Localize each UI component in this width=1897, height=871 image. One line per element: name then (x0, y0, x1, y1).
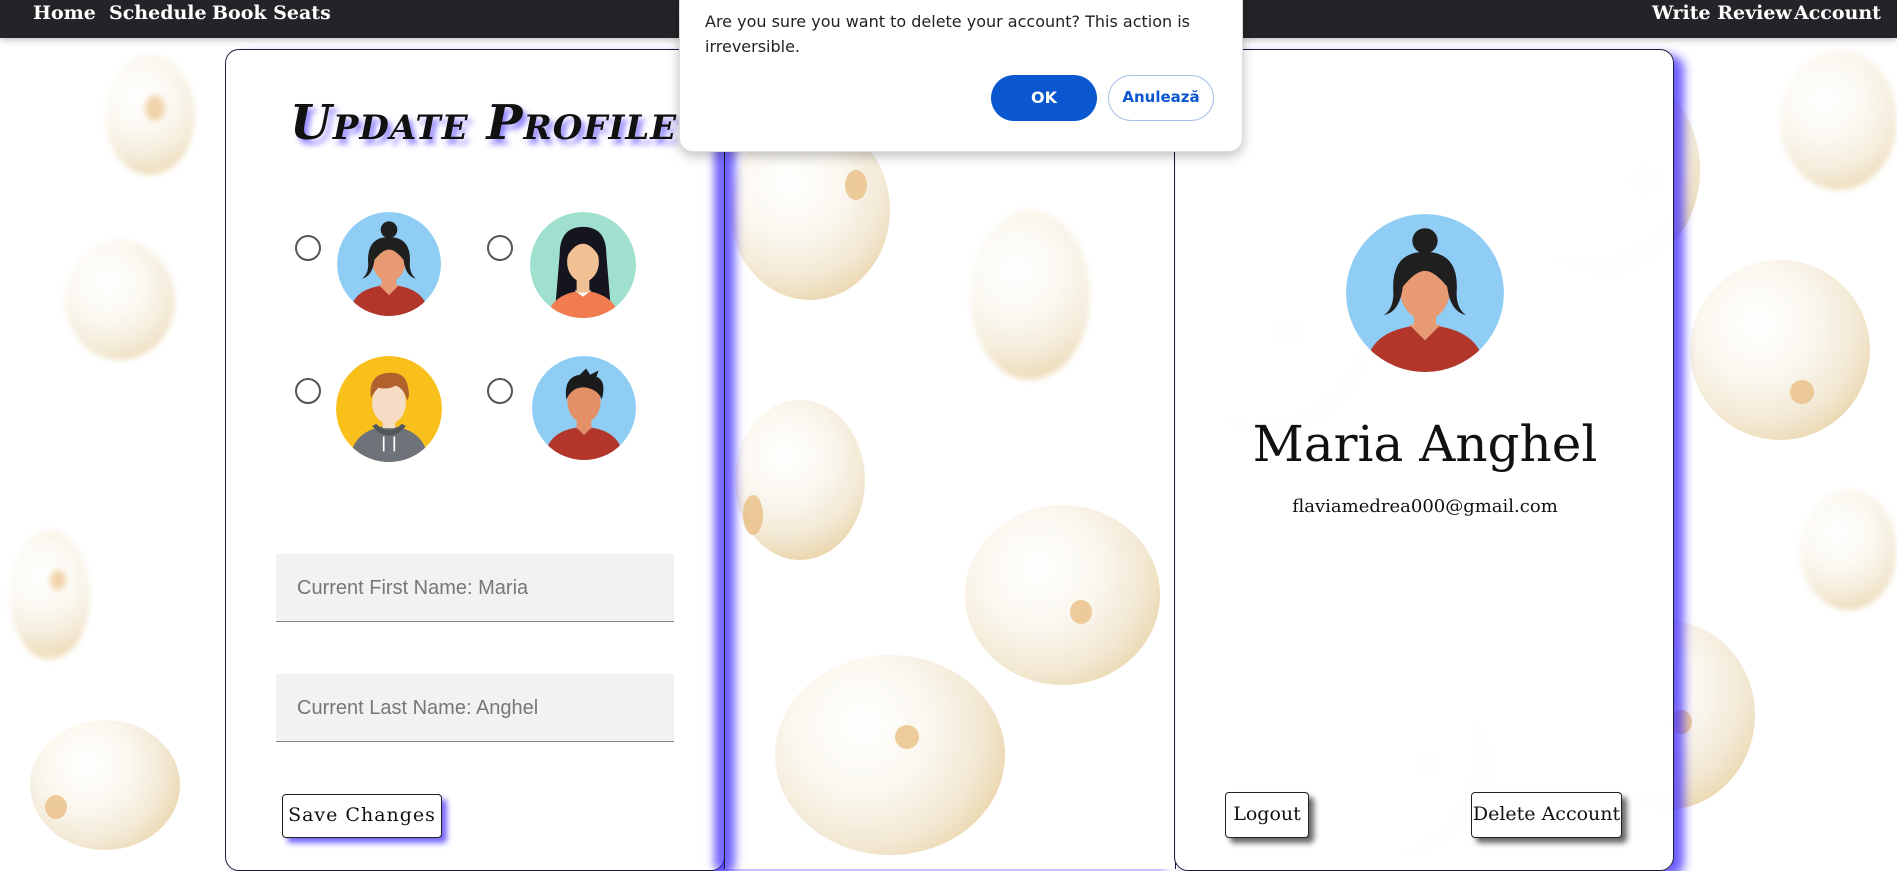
avatar-radio-2[interactable] (487, 235, 513, 261)
nav-book-seats[interactable]: Book Seats (212, 0, 331, 26)
save-changes-button[interactable]: Save Changes (282, 794, 442, 838)
last-name-input[interactable] (295, 674, 678, 743)
avatar-radio-4[interactable] (487, 378, 513, 404)
delete-account-button[interactable]: Delete Account (1471, 792, 1622, 838)
profile-name: Maria Anghel (1252, 415, 1598, 473)
dialog-message: Are you sure you want to delete your acc… (705, 12, 1191, 56)
man-hoodie-avatar-icon[interactable] (336, 356, 442, 462)
update-profile-card (225, 49, 725, 871)
nav-schedule[interactable]: Schedule (109, 0, 207, 26)
woman-bun-avatar-icon[interactable] (337, 212, 441, 316)
profile-email: flaviamedrea000@gmail.com (1292, 496, 1558, 517)
dialog-ok-button[interactable]: OK (991, 75, 1097, 121)
middle-panel (724, 49, 1176, 869)
woman-long-hair-avatar-icon[interactable] (530, 212, 636, 318)
confirm-delete-dialog: Are you sure you want to delete your acc… (679, 0, 1243, 152)
avatar-radio-1[interactable] (295, 235, 321, 261)
nav-account[interactable]: Account (1794, 0, 1881, 26)
nav-write-review[interactable]: Write Review (1652, 0, 1792, 26)
man-spiky-hair-avatar-icon[interactable] (532, 356, 636, 460)
profile-avatar-icon (1346, 214, 1504, 372)
first-name-field[interactable] (276, 554, 678, 623)
avatar-radio-3[interactable] (295, 378, 321, 404)
logout-button[interactable]: Logout (1225, 792, 1309, 838)
first-name-input[interactable] (295, 554, 678, 623)
nav-home[interactable]: Home (33, 0, 96, 26)
update-profile-title: Update Profile (290, 95, 678, 151)
last-name-field[interactable] (276, 674, 678, 743)
dialog-cancel-button[interactable]: Anulează (1108, 75, 1214, 121)
